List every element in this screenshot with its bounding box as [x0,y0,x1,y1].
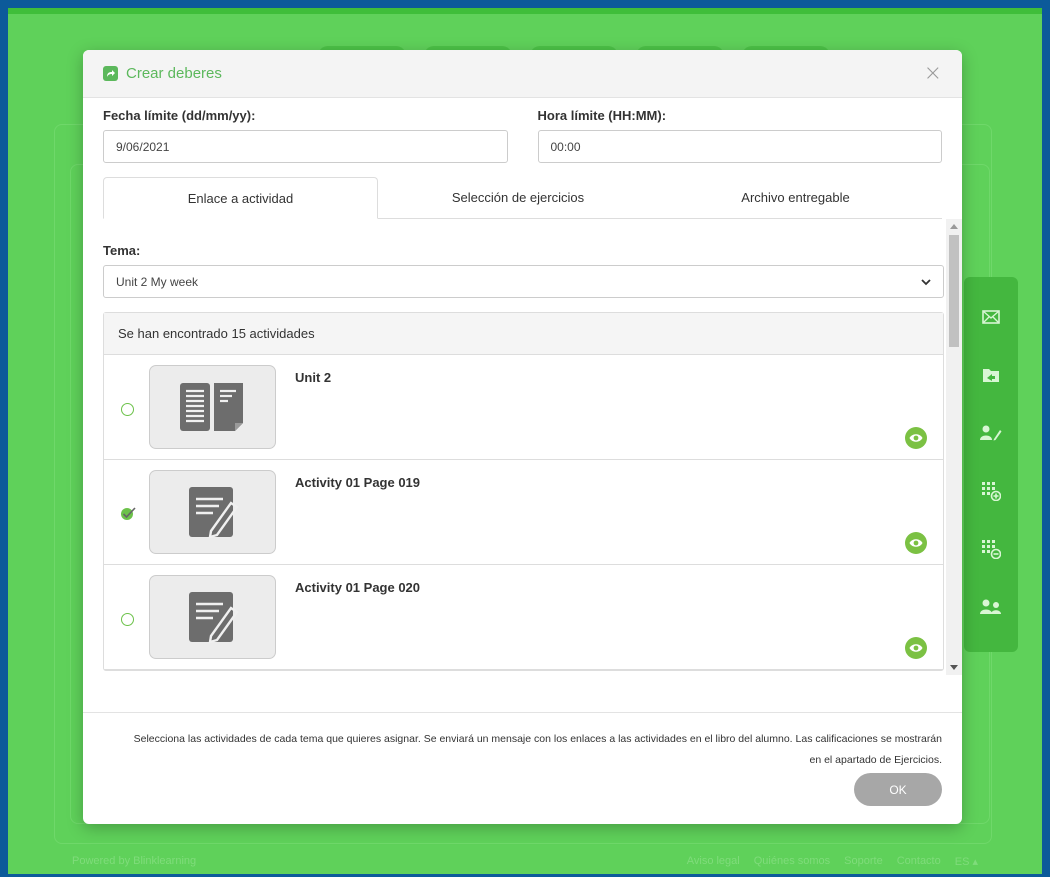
scroll-down-icon[interactable] [950,665,958,670]
modal-body: Fecha límite (dd/mm/yy): Hora límite (HH… [83,98,962,219]
edit-document-icon [188,487,239,539]
footer-language-selector[interactable]: ES ▴ [955,855,978,868]
user-edit-icon[interactable] [976,419,1006,446]
list-item: Activity 01 Page 019 [104,460,943,565]
footer-links: Aviso legal Quiénes somos Soporte Contac… [687,855,978,868]
users-group-icon[interactable] [976,594,1006,621]
activity-thumbnail[interactable] [149,575,276,659]
modal-footer: Selecciona las actividades de cada tema … [83,712,962,824]
grid-remove-icon[interactable] [976,536,1006,563]
date-field-group: Fecha límite (dd/mm/yy): [103,108,508,163]
deadline-fields: Fecha límite (dd/mm/yy): Hora límite (HH… [103,108,942,163]
footer-link-support[interactable]: Soporte [844,855,883,868]
share-icon [103,66,118,81]
activity-title: Activity 01 Page 020 [295,580,421,595]
mail-icon[interactable] [976,303,1006,330]
activity-thumbnail[interactable] [149,365,276,449]
tab-deliverable-file[interactable]: Archivo entregable [658,177,933,218]
side-toolbar [964,277,1018,652]
time-field-group: Hora límite (HH:MM): [537,108,942,163]
preview-eye-icon[interactable] [905,532,927,554]
edit-document-icon [188,592,239,644]
scrollbar[interactable] [946,219,962,675]
results-count: Se han encontrado 15 actividades [104,313,943,355]
footer-link-legal[interactable]: Aviso legal [687,855,740,868]
time-input[interactable] [537,130,942,163]
instructions-line-1: Selecciona las actividades de cada tema … [133,733,942,745]
activity-title: Activity 01 Page 019 [295,475,421,490]
activity-list: Se han encontrado 15 actividades Unit 2 … [103,312,944,671]
instructions-line-2: en el apartado de Ejercicios. [809,754,943,766]
footer-link-about[interactable]: Quiénes somos [754,855,830,868]
preview-eye-icon[interactable] [905,637,927,659]
modal-title-text: Crear deberes [126,65,222,82]
activity-scroll-area: Tema: Unit 2 My week Se han encontrado 1… [103,219,944,675]
tema-select[interactable]: Unit 2 My week [103,265,944,298]
powered-by-text: Powered by Blinklearning [72,855,197,867]
app-footer: Powered by Blinklearning Aviso legal Qui… [8,848,1042,874]
tab-activity-link[interactable]: Enlace a actividad [103,177,378,219]
assignment-tabs: Enlace a actividad Selección de ejercici… [103,177,942,219]
instructions-text: Selecciona las actividades de cada tema … [103,729,942,771]
ok-button[interactable]: OK [854,773,942,806]
close-icon[interactable]: × [924,62,942,85]
tema-selected-value: Unit 2 My week [116,274,199,289]
create-homework-modal: Crear deberes × Fecha límite (dd/mm/yy):… [83,50,962,824]
tema-label: Tema: [103,243,141,258]
activity-title: Unit 2 [295,370,332,385]
scroll-up-icon[interactable] [950,224,958,229]
tab-content: Tema: Unit 2 My week Se han encontrado 1… [83,219,962,675]
grid-add-icon[interactable] [976,478,1006,505]
folder-share-icon[interactable] [976,361,1006,388]
book-icon [179,383,243,431]
date-field-label: Fecha límite (dd/mm/yy): [103,108,256,123]
tab-exercise-selection[interactable]: Selección de ejercicios [378,177,658,218]
list-item: Unit 2 [104,355,943,460]
date-input[interactable] [103,130,508,163]
modal-title: Crear deberes [103,65,222,82]
modal-header: Crear deberes × [83,50,962,98]
activity-radio[interactable] [121,613,134,626]
chevron-down-icon [921,275,931,289]
list-item: Activity 01 Page 020 [104,565,943,670]
activity-thumbnail[interactable] [149,470,276,554]
checkmark-icon[interactable] [120,506,136,525]
footer-link-contact[interactable]: Contacto [897,855,941,868]
preview-eye-icon[interactable] [905,427,927,449]
scrollbar-thumb[interactable] [949,235,959,347]
time-field-label: Hora límite (HH:MM): [537,108,667,123]
activity-radio[interactable] [121,403,134,416]
